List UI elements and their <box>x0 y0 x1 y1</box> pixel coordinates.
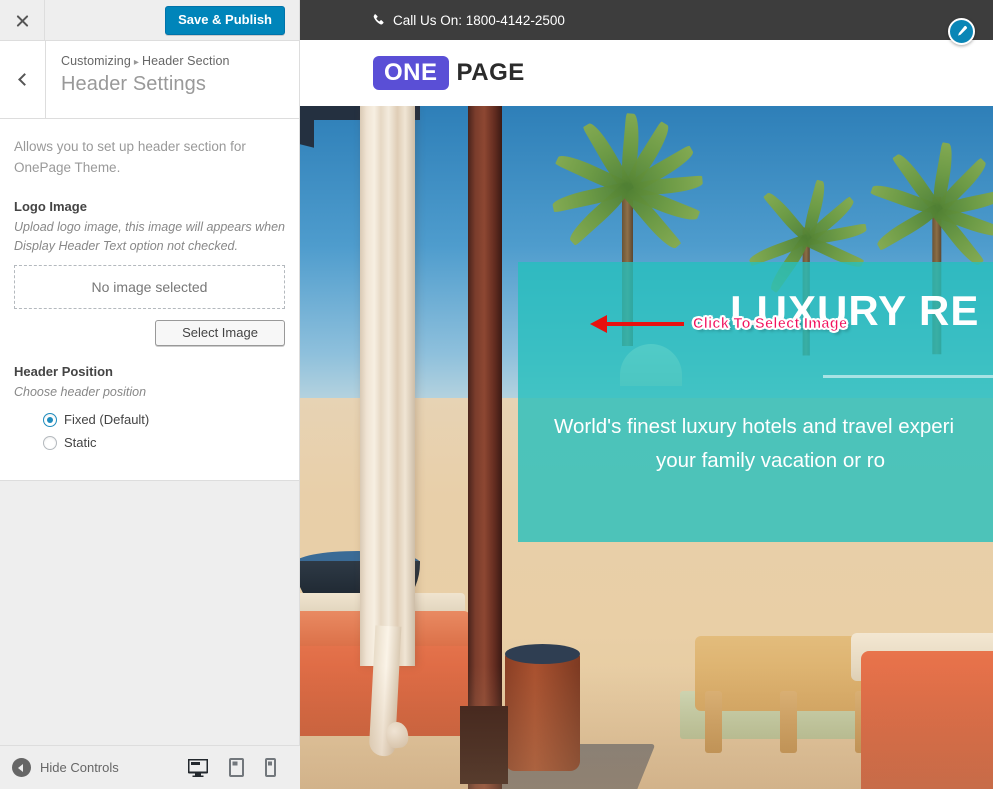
logo-image-placeholder: No image selected <box>14 265 285 310</box>
close-icon <box>15 13 30 28</box>
pergola-frame-edge <box>300 106 314 148</box>
customizer-footer: Hide Controls <box>0 745 300 789</box>
palm-tree <box>868 141 993 355</box>
save-and-publish-button[interactable]: Save & Publish <box>165 6 285 36</box>
hide-controls-button[interactable]: Hide Controls <box>12 758 119 777</box>
hero-overlay-card: LUXURY RE World's finest luxury hotels a… <box>518 262 993 542</box>
white-curtain <box>360 106 415 666</box>
radio-icon-fixed[interactable] <box>43 412 57 427</box>
header-position-label: Header Position <box>14 364 113 380</box>
page-title: Header Settings <box>61 73 206 95</box>
header-position-help: Choose header position <box>14 385 147 400</box>
section-description: Allows you to set up header section for … <box>14 139 246 175</box>
controls-container: Allows you to set up header section for … <box>0 119 299 482</box>
mobile-icon <box>265 758 276 777</box>
breadcrumb-current: Header Section <box>142 54 230 68</box>
hero-divider <box>823 375 993 378</box>
logo-image-help: Upload logo image, this image will appea… <box>14 219 285 253</box>
hero-subtitle-line-1: World's finest luxury hotels and travel … <box>554 415 955 438</box>
contact-phone-text: Call Us On: 1800-4142-2500 <box>393 12 565 28</box>
breadcrumb: Customizing ▸ Header Section <box>61 54 230 68</box>
radio-option-fixed[interactable]: Fixed (Default) <box>43 412 285 427</box>
logo-word: PAGE <box>456 59 525 86</box>
control-spacer <box>14 346 285 364</box>
hero-title: LUXURY RE <box>730 287 980 334</box>
site-preview[interactable]: Call Us On: 1800-4142-2500 ONE PAGE LUXU… <box>300 0 993 789</box>
select-image-row: Select Image <box>14 320 285 347</box>
header-position-radio-group: Fixed (Default) Static <box>14 412 285 450</box>
site-topbar: Call Us On: 1800-4142-2500 <box>300 0 993 40</box>
hero-subtitle-line-2: your family vacation or ro <box>656 448 886 472</box>
close-customizer-button[interactable] <box>0 0 45 40</box>
chevron-left-icon <box>17 73 31 86</box>
desktop-icon <box>188 758 208 777</box>
select-image-button[interactable]: Select Image <box>155 320 285 347</box>
hero-subtitle: World's finest luxury hotels and travel … <box>554 410 993 478</box>
pencil-icon <box>958 25 968 36</box>
palm-tree <box>550 112 704 346</box>
back-button[interactable] <box>0 41 46 118</box>
device-tablet-button[interactable] <box>229 758 244 777</box>
panel-header: Customizing ▸ Header Section Header Settin… <box>0 41 299 119</box>
logo-mark: ONE <box>373 55 449 91</box>
site-logo[interactable]: ONE PAGE <box>373 55 525 91</box>
customizer-app: Save & Publish Customizing ▸ Header Sectio… <box>0 0 993 789</box>
site-header: ONE PAGE <box>300 18 993 106</box>
hero-section: LUXURY RE World's finest luxury hotels a… <box>300 106 993 789</box>
breadcrumb-separator-icon: ▸ <box>133 57 139 68</box>
tablet-icon <box>229 758 244 777</box>
device-mobile-button[interactable] <box>265 758 276 777</box>
device-preview-group <box>188 758 286 777</box>
radio-label-fixed: Fixed (Default) <box>64 412 150 428</box>
logo-image-label: Logo Image <box>14 198 87 214</box>
radio-option-static[interactable]: Static <box>43 435 285 450</box>
panel-header-text: Customizing ▸ Header Section Header Settin… <box>46 41 230 118</box>
ground-shading <box>300 666 993 789</box>
radio-label-static: Static <box>64 435 97 451</box>
collapse-arrow-icon <box>12 758 31 777</box>
phone-icon <box>372 13 385 27</box>
radio-icon-static[interactable] <box>43 435 57 450</box>
side-table-top <box>505 644 580 664</box>
hide-controls-label: Hide Controls <box>40 760 119 775</box>
customizer-topbar: Save & Publish <box>0 0 299 41</box>
breadcrumb-root[interactable]: Customizing <box>61 54 131 68</box>
device-desktop-button[interactable] <box>188 758 208 777</box>
edit-shortcut-button[interactable] <box>948 18 975 45</box>
customizer-sidebar: Save & Publish Customizing ▸ Header Sectio… <box>0 0 300 789</box>
